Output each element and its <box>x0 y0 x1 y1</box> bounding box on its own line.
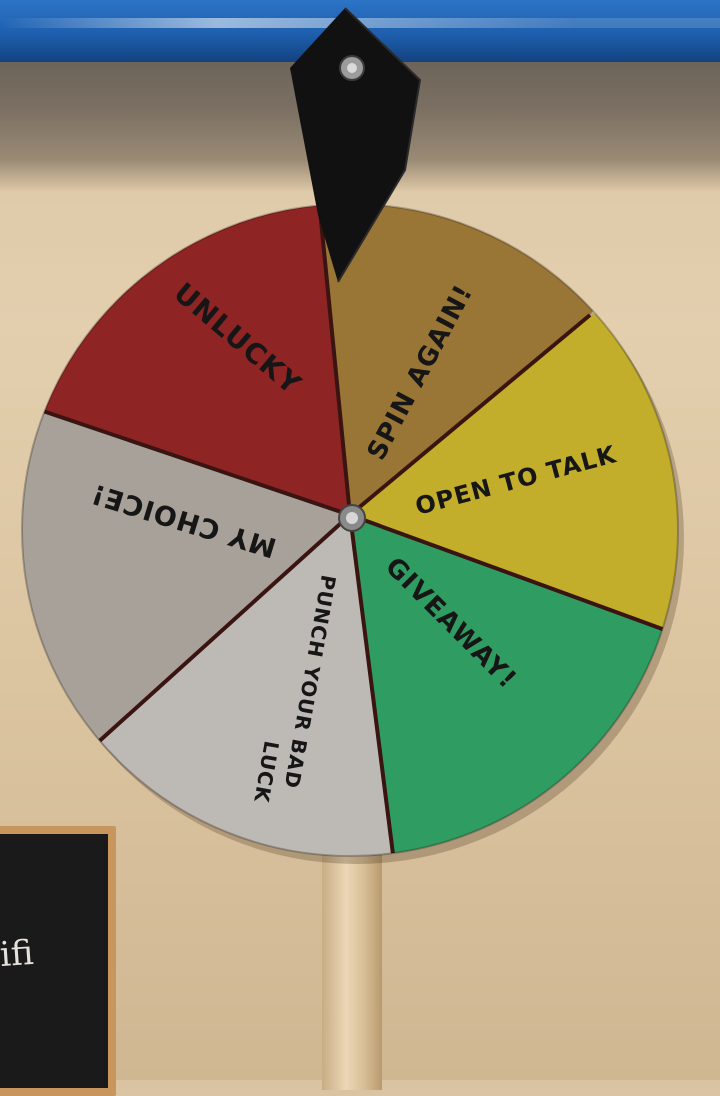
center-bolt <box>338 504 366 532</box>
prize-wheel[interactable]: UNLUCKY SPIN AGAIN! OPEN TO TALK GIVEAWA… <box>0 0 720 1080</box>
photo-scene: ifi UNLUCKY SPIN AGAIN! OPEN TO TALK GIV… <box>0 0 720 1096</box>
